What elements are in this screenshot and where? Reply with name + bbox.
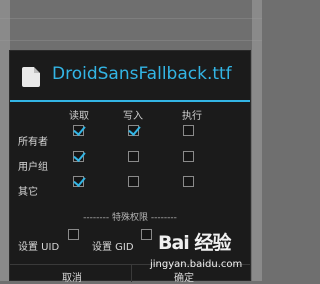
- set-uid-checkbox[interactable]: [68, 229, 79, 240]
- watermark-url: jingyan.baidu.com: [150, 259, 243, 270]
- background-divider: [0, 40, 262, 41]
- column-header-read: 读取: [69, 111, 89, 122]
- file-icon: [22, 67, 40, 87]
- group-write-checkbox[interactable]: [128, 151, 139, 162]
- owner-read-checkbox[interactable]: [73, 125, 84, 136]
- column-header-write: 写入: [123, 111, 143, 122]
- owner-write-checkbox[interactable]: [128, 125, 139, 136]
- background-divider: [0, 18, 262, 19]
- row-label-group: 用户组: [18, 162, 48, 173]
- column-header-execute: 执行: [182, 111, 202, 122]
- set-gid-label: 设置 GID: [92, 242, 134, 253]
- owner-execute-checkbox[interactable]: [183, 125, 194, 136]
- set-uid-label: 设置 UID: [18, 242, 60, 253]
- group-execute-checkbox[interactable]: [183, 151, 194, 162]
- watermark-logo: Bai 经验: [158, 232, 231, 254]
- button-separator: [131, 264, 132, 282]
- dialog-header: DroidSansFallback.ttf: [10, 51, 250, 101]
- others-execute-checkbox[interactable]: [183, 176, 194, 187]
- baidu-watermark: Bai 经验 jingyan.baidu.com: [150, 224, 262, 281]
- special-permissions-header: -------- 特殊权限 --------: [83, 213, 177, 223]
- others-read-checkbox[interactable]: [73, 176, 84, 187]
- row-label-owner: 所有者: [18, 137, 48, 148]
- row-label-others: 其它: [18, 187, 38, 198]
- cancel-button[interactable]: 取消: [62, 269, 82, 284]
- group-read-checkbox[interactable]: [73, 151, 84, 162]
- dialog-title: DroidSansFallback.ttf: [52, 64, 232, 84]
- title-divider: [10, 100, 250, 102]
- others-write-checkbox[interactable]: [128, 176, 139, 187]
